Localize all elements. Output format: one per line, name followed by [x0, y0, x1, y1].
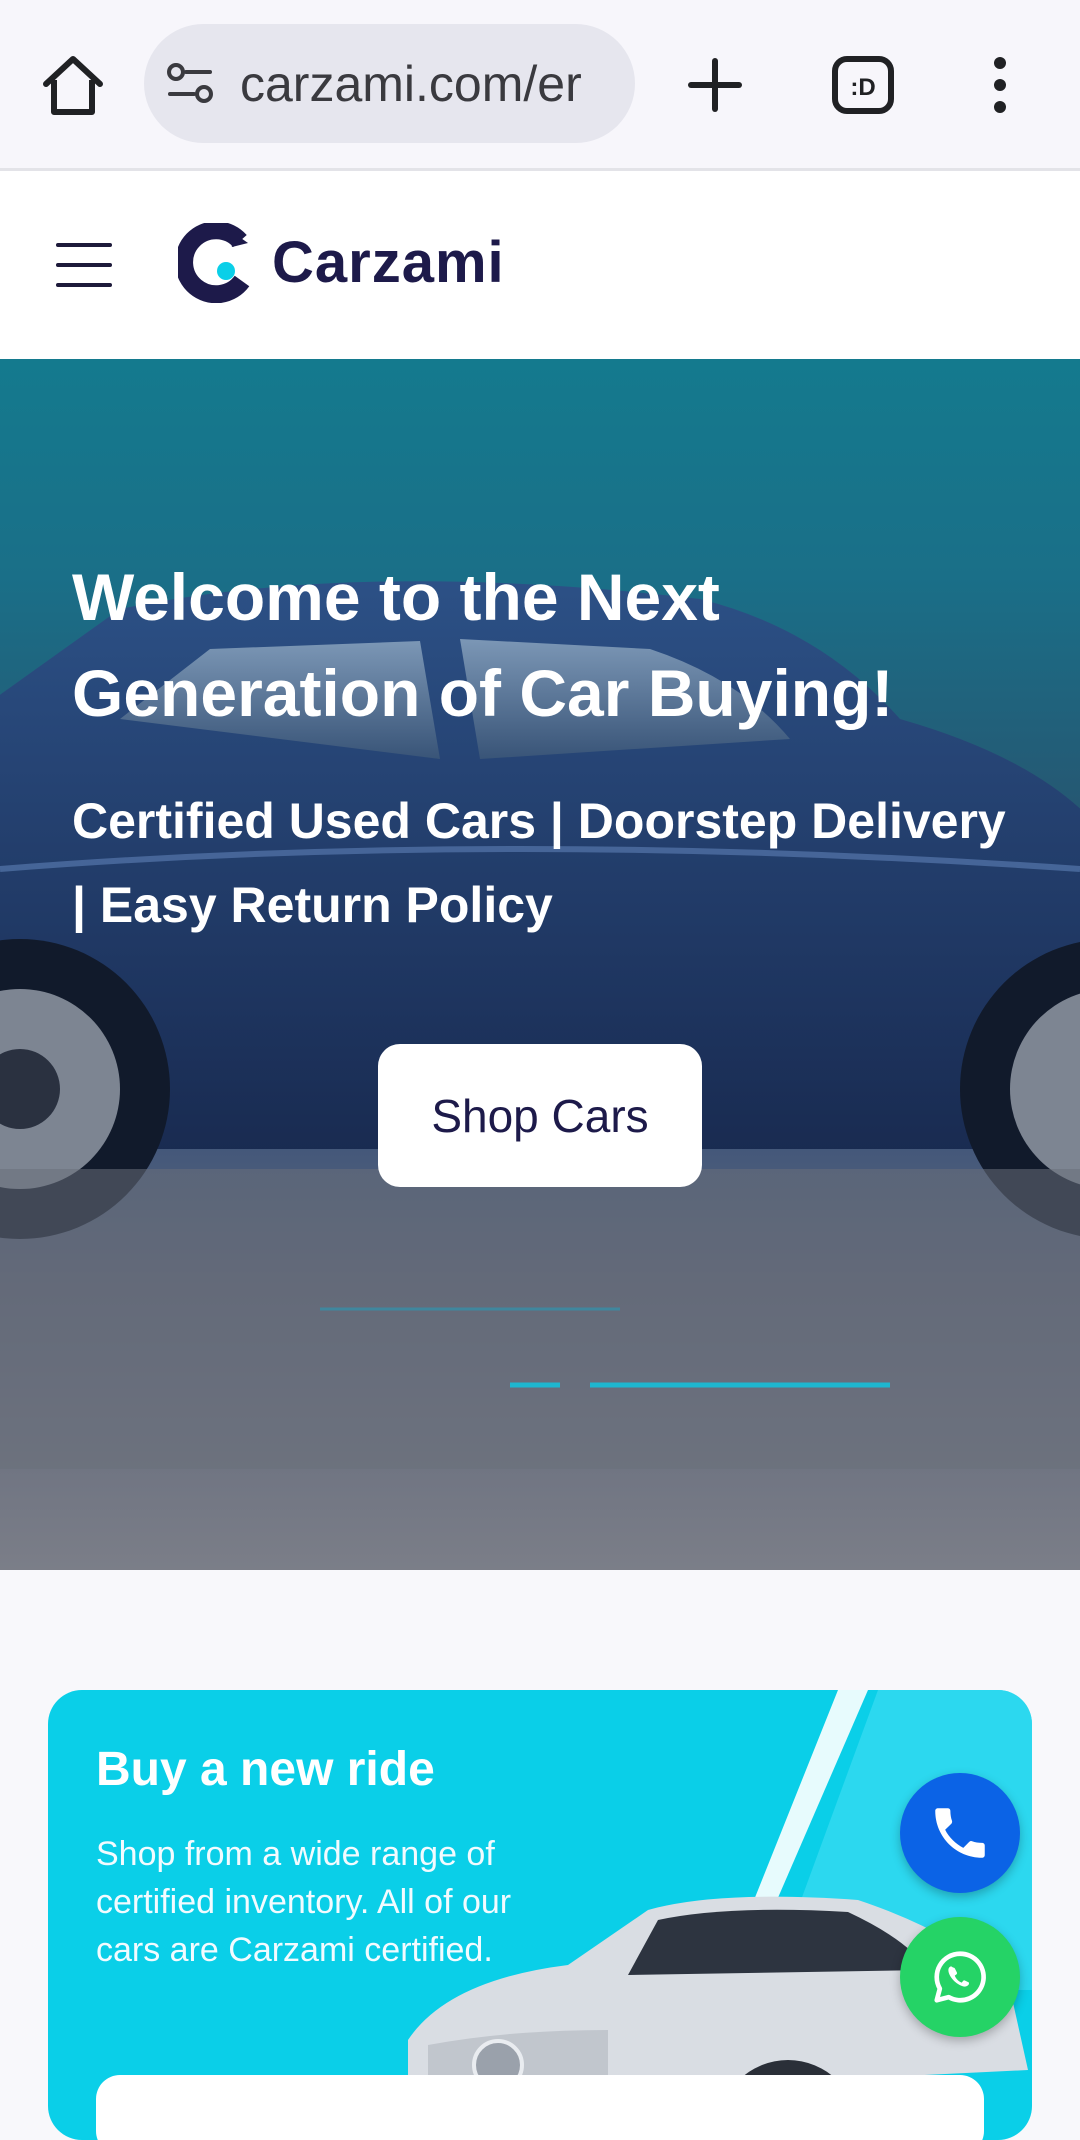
logo-mark-icon [178, 223, 250, 303]
tune-icon[interactable] [166, 62, 216, 106]
card-title: Buy a new ride [96, 1743, 435, 1796]
brand-logo[interactable]: Carzami [178, 223, 518, 303]
url-text[interactable]: carzami.com/er [240, 54, 582, 114]
browser-toolbar: carzami.com/er :D [0, 0, 1080, 171]
tab-count: :D [850, 74, 875, 101]
site-header: Carzami [0, 171, 1080, 359]
plus-icon[interactable] [680, 50, 750, 120]
hero-subtitle: Certified Used Cars | Doorstep Delivery … [72, 793, 1006, 933]
address-bar[interactable]: carzami.com/er [144, 24, 635, 143]
phone-icon [935, 1808, 985, 1858]
card-action-field[interactable] [96, 2075, 984, 2140]
buy-new-ride-card[interactable]: Buy a new ride Shop from a wide range of… [48, 1690, 1032, 2140]
shop-cars-button[interactable]: Shop Cars [378, 1044, 702, 1187]
hero-title: Welcome to the Next Generation of Car Bu… [72, 560, 894, 730]
more-vert-icon[interactable] [985, 50, 1015, 120]
hero-section: Welcome to the Next Generation of Car Bu… [0, 359, 1080, 1570]
brand-name: Carzami [272, 230, 505, 295]
whatsapp-icon [934, 1951, 986, 2003]
home-icon[interactable] [38, 50, 108, 120]
phone-call-button[interactable] [900, 1773, 1020, 1893]
whatsapp-button[interactable] [900, 1917, 1020, 2037]
hamburger-icon[interactable] [56, 243, 112, 287]
tab-switcher-icon[interactable]: :D [830, 55, 896, 115]
card-description: Shop from a wide range of certified inve… [96, 1835, 512, 1969]
